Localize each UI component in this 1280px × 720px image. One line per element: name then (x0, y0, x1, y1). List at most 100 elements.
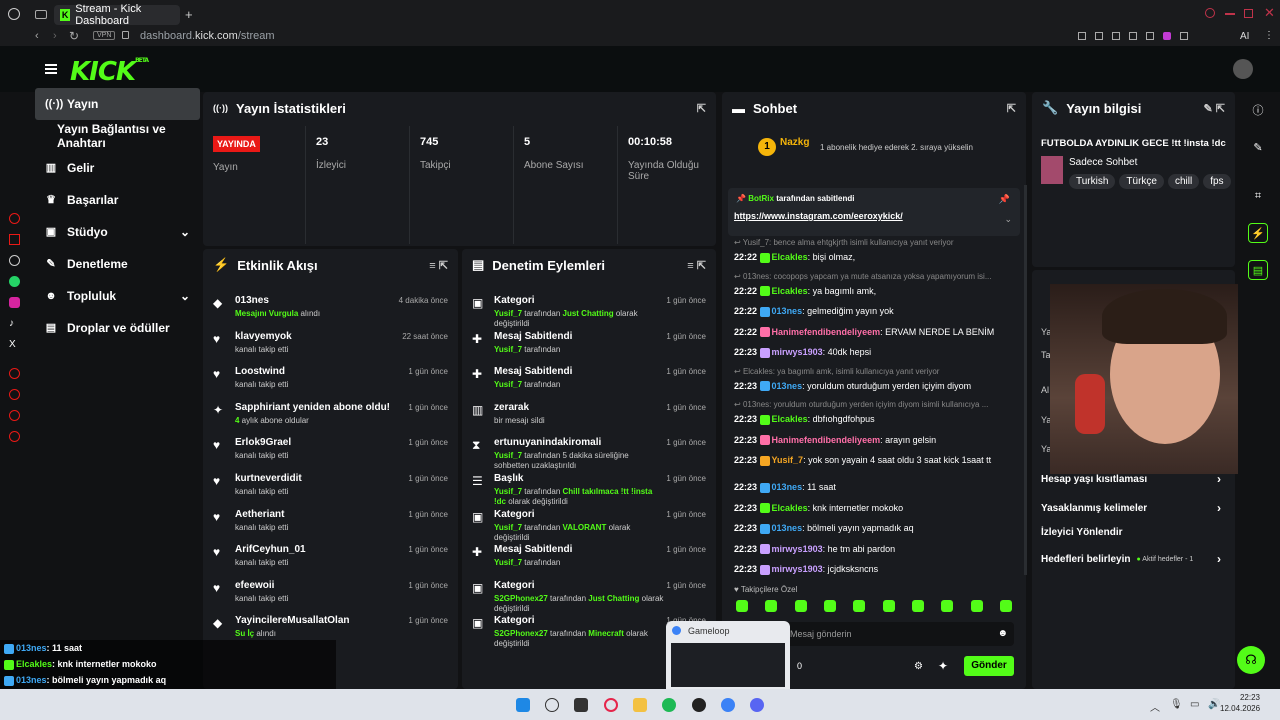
emote-icon[interactable] (911, 600, 924, 612)
browser-more-icon[interactable]: ⋮ (1264, 30, 1274, 41)
pinned-link[interactable]: https://www.instagram.com/eeroxykick/ (734, 211, 903, 221)
app-icon[interactable] (9, 213, 20, 224)
app-icon[interactable] (9, 234, 20, 245)
account-age-row[interactable]: Hesap yaşı kısıtlaması › (1041, 472, 1221, 486)
info-icon[interactable]: ⓘ (1248, 100, 1268, 120)
moderation-item[interactable]: ✚ Mesaj Sabitlendi Yusif_7 tarafından 1 … (472, 542, 706, 578)
spotify-icon[interactable] (662, 698, 676, 712)
browser-menu-icon[interactable] (8, 8, 20, 20)
moderation-item[interactable]: ✚ Mesaj Sabitlendi Yusif_7 tarafından 1 … (472, 364, 706, 400)
extension-icon[interactable] (1078, 32, 1086, 40)
chat-message[interactable]: 22:23 Elcakles: dbfıohgdfohpus (734, 413, 1018, 425)
network-icon[interactable]: ▭ (1190, 699, 1199, 710)
task-view-icon[interactable] (574, 698, 588, 712)
tab-groups-icon[interactable] (35, 10, 47, 19)
activity-item[interactable]: ♥ Erlok9Grael kanalı takip etti 1 gün ön… (213, 435, 448, 471)
extension-icon[interactable] (1095, 32, 1103, 40)
sidebar-item-stream-key[interactable]: Yayın Bağlantısı ve Anahtarı (35, 120, 200, 152)
document-icon[interactable]: ▤ (1248, 260, 1268, 280)
sidebar-item-achievements[interactable]: ♛ Başarılar (35, 184, 200, 216)
history-icon[interactable] (9, 389, 20, 400)
emote-icon[interactable] (823, 600, 836, 612)
sidebar-item-moderation[interactable]: ✎ Denetleme (35, 248, 200, 280)
chatgpt-icon[interactable] (9, 255, 20, 266)
search-tabs-icon[interactable] (1205, 8, 1215, 18)
start-icon[interactable] (516, 698, 530, 712)
settings-icon[interactable] (9, 431, 20, 442)
emoji-icon[interactable]: ☻ (997, 628, 1008, 639)
hamburger-menu-icon[interactable] (45, 64, 57, 74)
chat-message[interactable]: 22:23 mirwys1903: jcjdksksncns (734, 563, 1018, 575)
category-name[interactable]: Sadece Sohbet (1069, 157, 1137, 168)
tray-chevron-icon[interactable]: ︿ (1150, 699, 1160, 714)
stream-tag[interactable]: Türkçe (1119, 174, 1164, 189)
host-viewers-row[interactable]: İzleyici Yönlendir (1041, 527, 1221, 538)
chat-message[interactable]: 22:22 Elcakles: ya bagımlı amk, (734, 285, 1018, 297)
app-icon[interactable] (9, 410, 20, 421)
sidebar-item-revenue[interactable]: ▥ Gelir (35, 152, 200, 184)
chat-message[interactable]: 22:23 Hanimefendibendeliyeem: arayın gel… (734, 434, 1018, 446)
pinned-message[interactable]: 📌 BotRix tarafından sabitlendi https://w… (728, 188, 1020, 236)
filter-icon[interactable]: ≡ ⇱ (429, 259, 448, 272)
activity-item[interactable]: ♥ Aetheriant kanalı takip etti 1 gün önc… (213, 507, 448, 543)
emote-icon[interactable] (970, 600, 983, 612)
chevron-down-icon[interactable]: ⌄ (1004, 214, 1012, 225)
avatar[interactable] (1233, 59, 1253, 79)
stream-tag[interactable]: chill (1167, 174, 1200, 189)
activity-item[interactable]: ♥ kurtneverdidit kanalı takip etti 1 gün… (213, 471, 448, 507)
forward-icon[interactable]: › (53, 30, 57, 42)
emote-icon[interactable] (941, 600, 954, 612)
emote-icon[interactable] (882, 600, 895, 612)
stream-tag[interactable]: fps (1203, 174, 1231, 189)
chat-message[interactable]: 22:23 Yusif_7: yok son yayain 4 saat old… (734, 454, 1018, 466)
popout-icon[interactable]: ⇱ (697, 102, 706, 115)
chat-input[interactable]: Mesaj gönderin ☻ (784, 622, 1014, 646)
activity-item[interactable]: ◆ 013nes Mesajını Vurgula alındı 4 dakik… (213, 293, 448, 329)
chat-message[interactable]: 22:23 013nes: bölmeli yayın yapmadık aq (734, 522, 1018, 534)
extension-icon[interactable] (1146, 32, 1154, 40)
clock[interactable]: 22:23 12.04.2026 (1220, 692, 1260, 714)
chat-settings-icon[interactable]: ⚙ (914, 661, 923, 672)
emote-icon[interactable] (999, 600, 1012, 612)
moderation-item[interactable]: ▥ zerarak bir mesajı sildi 1 gün önce (472, 400, 706, 436)
sidebar-item-community[interactable]: ☻ Topluluk ⌄ (35, 280, 200, 312)
chat-message[interactable]: 22:23 013nes: yoruldum oturduğum yerden … (734, 380, 1018, 392)
mod-tools-icon[interactable]: ✦ (938, 659, 948, 673)
chat-message[interactable]: 22:23 013nes: 11 saat (734, 481, 1018, 493)
goals-row[interactable]: Hedefleri belirleyin ● Aktif hedefler - 1… (1041, 552, 1221, 566)
moderation-item[interactable]: ▣ Kategori Yusif_7 tarafından Just Chatt… (472, 293, 706, 329)
tiktok-icon[interactable]: ♪ (9, 318, 20, 329)
moderation-item[interactable]: ⧗ ertunuyanindakiromali Yusif_7 tarafınd… (472, 435, 706, 471)
whatsapp-icon[interactable] (9, 276, 20, 287)
ai-button[interactable]: AI (1240, 31, 1249, 42)
edit-icon[interactable]: ✎ (1248, 137, 1268, 157)
obs-icon[interactable] (692, 698, 706, 712)
sidebar-item-studio[interactable]: ▣ Stüdyo ⌄ (35, 216, 200, 248)
unpin-icon[interactable]: 📌 (999, 194, 1010, 205)
extension-icon[interactable] (1163, 32, 1171, 40)
stream-tag[interactable]: Turkish (1069, 174, 1116, 189)
chat-message[interactable]: 22:23 mirwys1903: 40dk hepsi (734, 346, 1018, 358)
new-tab-icon[interactable]: + (185, 7, 193, 22)
support-headset-icon[interactable]: ☊ (1237, 646, 1265, 674)
maximize-icon[interactable] (1244, 9, 1253, 18)
url-field[interactable]: dashboard.kick.com/stream (140, 30, 275, 42)
sidebar-item-stream[interactable]: ((·)) Yayın (35, 88, 200, 120)
emote-icon[interactable] (736, 600, 748, 612)
activity-item[interactable]: ♥ klavyemyok kanalı takip etti 22 saat ö… (213, 329, 448, 365)
taskbar-preview-popup[interactable]: Gameloop (666, 621, 790, 689)
moderation-item[interactable]: ☰ Başlık Yusif_7 tarafından Chill takılm… (472, 471, 706, 507)
chat-message[interactable]: 22:23 Elcakles: knk internetler mokoko (734, 502, 1018, 514)
sidebar-item-drops[interactable]: ▤ Droplar ve ödüller (35, 312, 200, 344)
reload-icon[interactable]: ↻ (69, 29, 79, 43)
file-explorer-icon[interactable] (633, 698, 647, 712)
search-icon[interactable] (545, 698, 559, 712)
minimize-icon[interactable] (1225, 13, 1235, 15)
extension-icon[interactable] (1129, 32, 1137, 40)
activity-item[interactable]: ✦ Sapphiriant yeniden abone oldu! 4 aylı… (213, 400, 448, 436)
chat-message[interactable]: 22:22 Elcakles: bişi olmaz, (734, 251, 1018, 263)
app-icon[interactable] (9, 368, 20, 379)
activity-item[interactable]: ♥ ArifCeyhun_01 kanalı takip etti 1 gün … (213, 542, 448, 578)
opera-icon[interactable] (604, 698, 618, 712)
filter-icon[interactable]: ≡ ⇱ (687, 259, 706, 272)
